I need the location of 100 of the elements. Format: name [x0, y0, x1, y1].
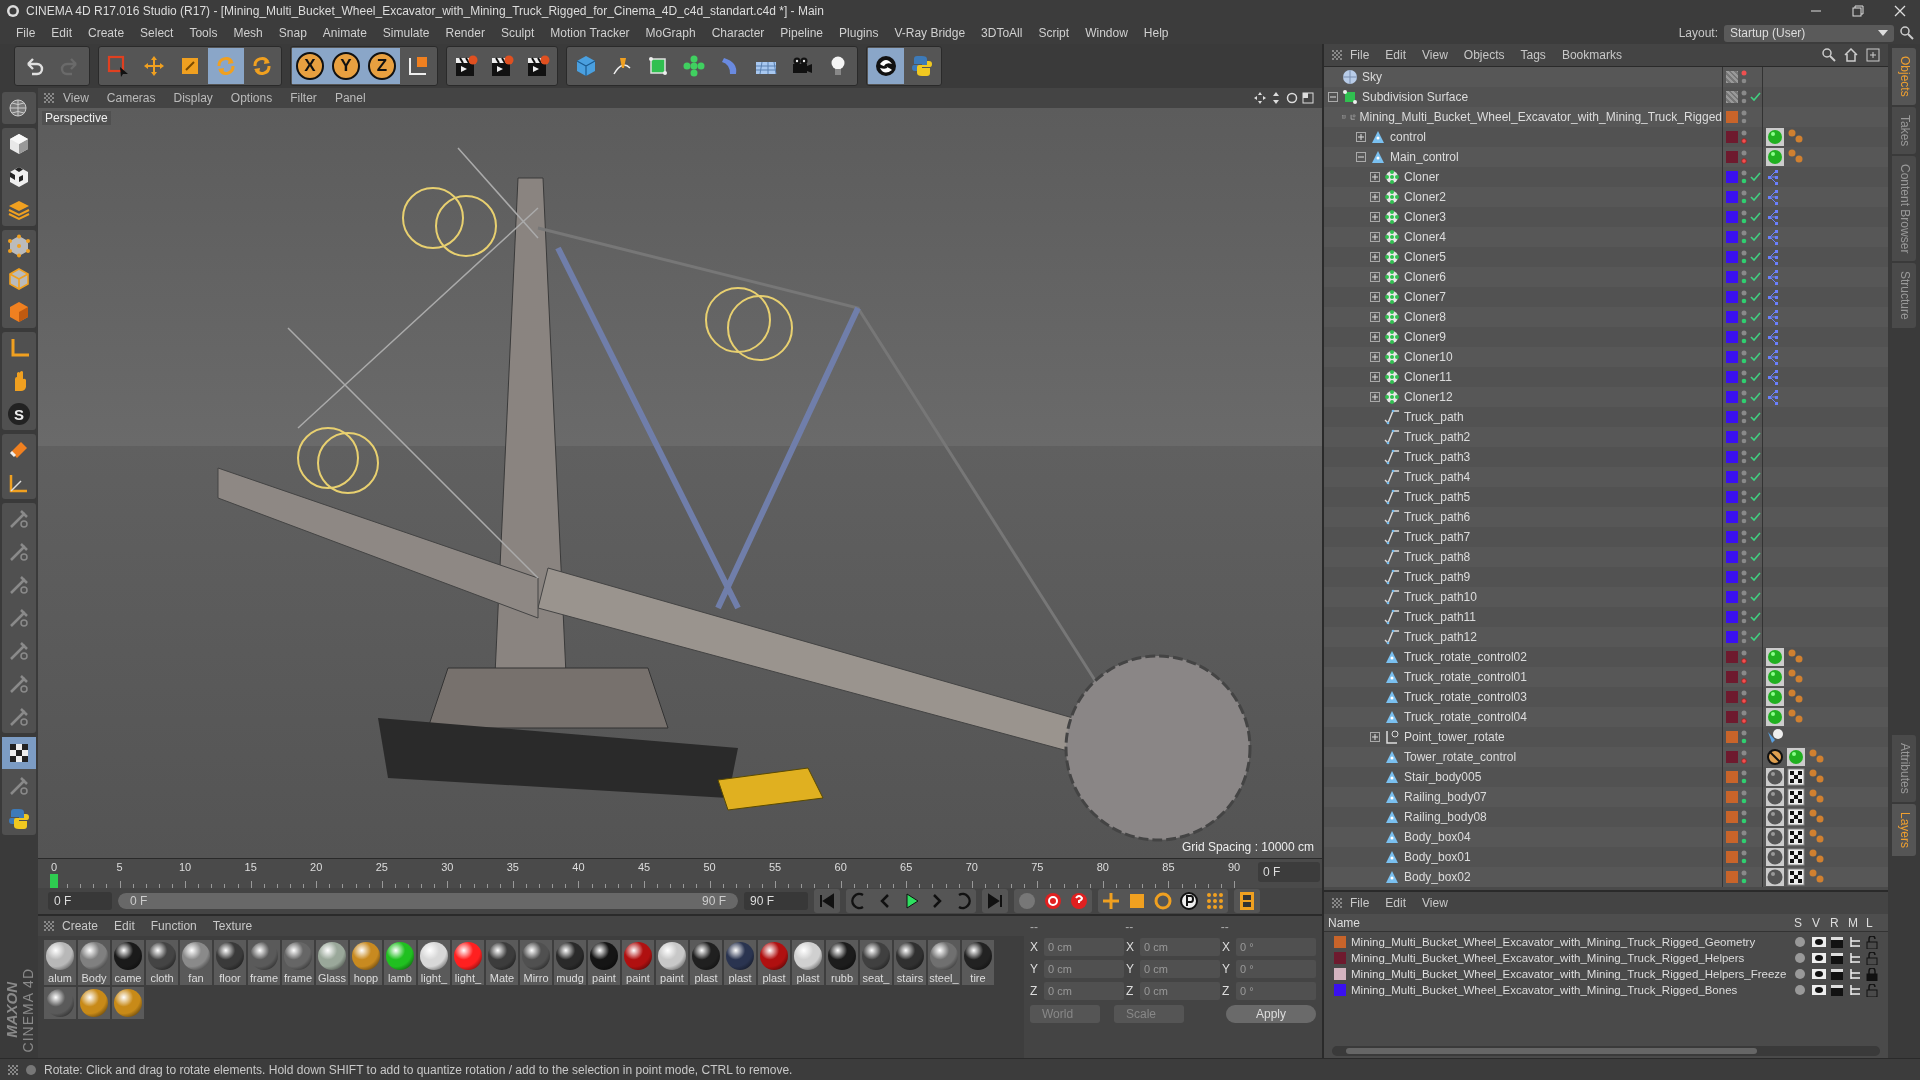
object-row[interactable]: Truck_path7 — [1324, 527, 1888, 547]
visibility-dots-icon[interactable] — [1741, 410, 1747, 424]
object-row[interactable]: Body_box01 — [1324, 847, 1888, 867]
enabled-check-icon[interactable] — [1750, 332, 1761, 342]
material-tag-icon[interactable] — [1766, 768, 1784, 786]
enabled-check-icon[interactable] — [1750, 492, 1761, 502]
eye-icon[interactable] — [1812, 952, 1826, 964]
hierarchy-icon[interactable] — [1848, 984, 1862, 996]
visibility-dots-icon[interactable] — [1741, 150, 1747, 164]
visibility-dots-icon[interactable] — [1741, 590, 1747, 604]
checker-tag-icon[interactable] — [1787, 788, 1805, 806]
visibility-dots-icon[interactable] — [1741, 810, 1747, 824]
material-swatch[interactable]: mudg — [554, 940, 586, 985]
zoom-view-icon[interactable] — [1270, 92, 1282, 104]
visibility-dots-icon[interactable] — [1741, 630, 1747, 644]
hierarchy-icon[interactable] — [1848, 952, 1862, 964]
visibility-dots-icon[interactable] — [1741, 870, 1747, 884]
coordinate-field[interactable]: 0 ° — [1236, 938, 1316, 956]
viewport-menu-item[interactable]: View — [54, 91, 98, 105]
material-swatch[interactable]: light_ — [452, 940, 484, 985]
object-row[interactable]: Railing_body07 — [1324, 787, 1888, 807]
end-frame-field[interactable]: 90 F — [744, 892, 808, 910]
material-swatch[interactable]: Mirro — [520, 940, 552, 985]
object-row[interactable]: Body_box04 — [1324, 827, 1888, 847]
enabled-check-icon[interactable] — [1750, 432, 1761, 442]
object-row[interactable]: Cloner12 — [1324, 387, 1888, 407]
expand-toggle[interactable] — [1370, 272, 1380, 282]
object-row[interactable]: Truck_rotate_control04 — [1324, 707, 1888, 727]
expand-toggle[interactable] — [1370, 312, 1380, 322]
material-tag-icon[interactable] — [1766, 788, 1784, 806]
display-tag-icon[interactable] — [1766, 688, 1784, 706]
visibility-dots-icon[interactable] — [1741, 90, 1747, 104]
expand-toggle[interactable] — [1328, 92, 1338, 102]
material-swatch[interactable]: plast — [758, 940, 790, 985]
solo-dot-icon[interactable] — [1794, 936, 1806, 948]
target-tag-icon[interactable] — [1766, 728, 1784, 746]
object-row[interactable]: Sky — [1324, 67, 1888, 87]
visibility-dots-icon[interactable] — [1741, 570, 1747, 584]
coordinate-field[interactable]: 0 cm — [1044, 960, 1124, 978]
display-tag-icon[interactable] — [1766, 648, 1784, 666]
menu-item[interactable]: View — [1414, 48, 1456, 62]
visibility-dots-icon[interactable] — [1741, 110, 1747, 124]
menu-item[interactable]: 3DToAll — [973, 26, 1031, 40]
object-name[interactable]: Cloner3 — [1404, 210, 1447, 224]
expand-toggle[interactable] — [1370, 292, 1380, 302]
layer-name[interactable]: Mining_Multi_Bucket_Wheel_Excavator_with_Mining_Truck_Rigged_Bones — [1351, 984, 1738, 996]
object-name[interactable]: Cloner12 — [1404, 390, 1453, 404]
object-name[interactable]: Truck_path6 — [1404, 510, 1471, 524]
material-menu-item[interactable]: Texture — [204, 919, 261, 933]
scrollbar-thumb[interactable] — [1346, 1048, 1757, 1054]
object-name[interactable]: Truck_rotate_control01 — [1404, 670, 1527, 684]
axis-lock-button[interactable]: Y — [328, 48, 364, 84]
checker-tag-icon[interactable] — [1787, 768, 1805, 786]
menu-item[interactable]: Edit — [1377, 896, 1415, 910]
visibility-dots-icon[interactable] — [1741, 70, 1747, 84]
visibility-dots-icon[interactable] — [1741, 290, 1747, 304]
coordinate-field[interactable]: 0 cm — [1140, 960, 1220, 978]
restore-icon[interactable] — [1852, 5, 1864, 17]
clapperboard-icon[interactable] — [1830, 936, 1844, 948]
side-tab[interactable]: Structure — [1892, 263, 1916, 329]
material-swatch[interactable]: rubb — [826, 940, 858, 985]
object-name[interactable]: Truck_path3 — [1404, 450, 1471, 464]
menu-item[interactable]: Plugins — [831, 26, 887, 40]
enabled-check-icon[interactable] — [1750, 92, 1761, 102]
expand-toggle[interactable] — [1370, 212, 1380, 222]
menu-item[interactable]: Simulate — [374, 26, 438, 40]
menu-item[interactable]: Edit — [1377, 48, 1415, 62]
visibility-dots-icon[interactable] — [1741, 790, 1747, 804]
current-frame-field[interactable]: 0 F — [1258, 862, 1320, 882]
expand-toggle[interactable] — [1356, 132, 1366, 142]
material-swatch[interactable]: Glass — [316, 940, 348, 985]
material-swatch[interactable]: frame — [282, 940, 314, 985]
object-name[interactable]: Truck_path8 — [1404, 550, 1471, 564]
coordinate-field[interactable]: 0 cm — [1044, 938, 1124, 956]
visibility-dots-icon[interactable] — [1741, 190, 1747, 204]
checker-tag-icon[interactable] — [1787, 808, 1805, 826]
viewport-menu-item[interactable]: Cameras — [97, 91, 165, 105]
object-name[interactable]: Truck_rotate_control04 — [1404, 710, 1527, 724]
enabled-check-icon[interactable] — [1750, 352, 1761, 362]
visibility-dots-icon[interactable] — [1741, 210, 1747, 224]
layout-dropdown[interactable]: Startup (User) — [1724, 24, 1894, 42]
expand-toggle[interactable] — [1370, 732, 1380, 742]
visibility-dots-icon[interactable] — [1741, 130, 1747, 144]
menu-item[interactable]: Mesh — [225, 26, 271, 40]
solo-dot-icon[interactable] — [1794, 968, 1806, 980]
pan-view-icon[interactable] — [1254, 92, 1266, 104]
object-row[interactable]: Body_box02 — [1324, 867, 1888, 887]
object-row[interactable]: Truck_rotate_control01 — [1324, 667, 1888, 687]
viewport-menu-item[interactable]: Panel — [325, 91, 375, 105]
material-swatch[interactable]: lamb — [384, 940, 416, 985]
menu-item[interactable]: Motion Tracker — [542, 26, 638, 40]
home-icon[interactable] — [1844, 48, 1858, 62]
object-row[interactable]: Truck_path5 — [1324, 487, 1888, 507]
enabled-check-icon[interactable] — [1750, 412, 1761, 422]
enabled-check-icon[interactable] — [1750, 552, 1761, 562]
coordinate-field[interactable]: 0 cm — [1044, 982, 1124, 1000]
viewport-menu-item[interactable]: Options — [221, 91, 282, 105]
hierarchy-icon[interactable] — [1848, 968, 1862, 980]
object-row[interactable]: Truck_path8 — [1324, 547, 1888, 567]
side-tab[interactable]: Attributes — [1892, 735, 1916, 802]
